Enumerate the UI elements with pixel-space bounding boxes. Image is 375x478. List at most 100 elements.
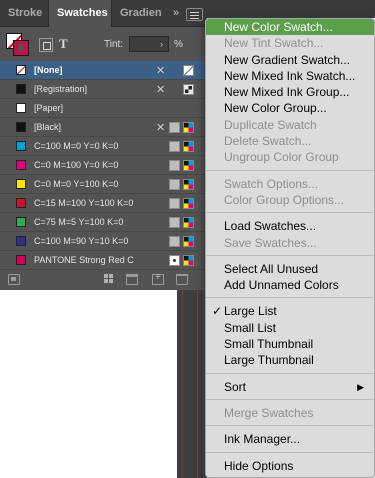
- swatch-name: C=0 M=0 Y=100 K=0: [34, 179, 119, 189]
- submenu-arrow-icon: ▶: [357, 381, 364, 392]
- menu-item-new-color-swatch[interactable]: New Color Swatch...: [206, 19, 374, 36]
- menu-item-add-unnamed-colors[interactable]: Add Unnamed Colors: [206, 277, 374, 293]
- menu-separator: [206, 372, 374, 374]
- new-swatch-icon[interactable]: [152, 272, 164, 285]
- guide-line: [182, 290, 183, 478]
- show-kinds-icon[interactable]: [8, 274, 20, 285]
- formatting-container-icon[interactable]: [39, 38, 53, 52]
- swatch-row[interactable]: C=75 M=5 Y=100 K=0: [0, 213, 207, 232]
- cmyk-mode-icon: [183, 198, 194, 209]
- swatch-row[interactable]: [None] ✕: [0, 61, 207, 80]
- swatch-row[interactable]: C=100 M=90 Y=10 K=0: [0, 232, 207, 251]
- delete-swatch-icon[interactable]: [176, 274, 188, 285]
- spot-color-icon: [169, 255, 180, 266]
- cmyk-mode-icon: [183, 179, 194, 190]
- menu-item-label: Large List: [224, 304, 277, 319]
- menu-item-swatch-options[interactable]: Swatch Options...: [206, 176, 374, 192]
- tint-arrow-icon[interactable]: ›: [160, 39, 163, 49]
- menu-separator: [206, 254, 374, 256]
- cmyk-mode-icon: [183, 236, 194, 247]
- menu-item-delete-swatch[interactable]: Delete Swatch...: [206, 133, 374, 149]
- no-edit-icon: ✕: [156, 122, 166, 134]
- swatch-chip: [16, 141, 26, 151]
- swatch-row[interactable]: C=15 M=100 Y=100 K=0: [0, 194, 207, 213]
- swatch-row[interactable]: [Registration] ✕: [0, 80, 207, 99]
- menu-item-small-thumbnail[interactable]: Small Thumbnail: [206, 336, 374, 352]
- swatch-name: C=75 M=5 Y=100 K=0: [34, 217, 124, 227]
- swatch-name: C=100 M=90 Y=10 K=0: [34, 236, 129, 246]
- menu-item-small-list[interactable]: Small List: [206, 320, 374, 336]
- menu-item-ungroup-color-group[interactable]: Ungroup Color Group: [206, 149, 374, 165]
- swatch-list: [None] ✕ [Registration] ✕ [Paper] [Black…: [0, 61, 207, 270]
- no-edit-icon: ✕: [156, 84, 166, 96]
- new-color-group-icon[interactable]: [126, 274, 138, 285]
- menu-item-new-gradient-swatch[interactable]: New Gradient Swatch...: [206, 52, 374, 68]
- swatch-chip: [16, 198, 26, 208]
- menu-item-new-mixed-ink-group[interactable]: New Mixed Ink Group...: [206, 84, 374, 100]
- process-color-icon: [169, 198, 180, 209]
- swatch-row[interactable]: C=0 M=100 Y=0 K=0: [0, 156, 207, 175]
- tab-swatches[interactable]: Swatches: [48, 0, 112, 27]
- swatch-name: PANTONE Strong Red C: [34, 255, 134, 265]
- tint-unit: %: [174, 39, 183, 50]
- swatch-name: [Paper]: [34, 103, 64, 113]
- tint-label: Tint:: [104, 39, 124, 50]
- menu-item-duplicate-swatch[interactable]: Duplicate Swatch: [206, 117, 374, 133]
- process-color-icon: [169, 141, 180, 152]
- menu-item-large-list[interactable]: ✓ Large List: [206, 303, 374, 319]
- menu-separator: [206, 398, 374, 400]
- menu-item-new-color-group[interactable]: New Color Group...: [206, 100, 374, 116]
- swatch-views-icon[interactable]: [104, 274, 116, 285]
- none-type-icon: [183, 65, 194, 76]
- menu-item-large-thumbnail[interactable]: Large Thumbnail: [206, 352, 374, 368]
- swatch-row[interactable]: [Paper]: [0, 99, 207, 118]
- menu-item-label: Sort: [224, 379, 247, 394]
- swatch-chip: [16, 84, 26, 94]
- swatch-row[interactable]: [Black] ✕: [0, 118, 207, 137]
- panel-menu-button[interactable]: [186, 8, 203, 21]
- menu-item-hide-options[interactable]: Hide Options: [206, 458, 374, 474]
- formatting-text-icon[interactable]: T: [59, 36, 68, 52]
- swatch-row[interactable]: C=100 M=0 Y=0 K=0: [0, 137, 207, 156]
- swatch-chip: [16, 160, 26, 170]
- menu-item-select-all-unused[interactable]: Select All Unused: [206, 261, 374, 277]
- process-color-icon: [169, 236, 180, 247]
- cmyk-mode-icon: [183, 217, 194, 228]
- panel-tab-bar: Stroke Swatches Gradient »: [0, 0, 207, 27]
- guide-line: [197, 290, 198, 478]
- cmyk-mode-icon: [183, 255, 194, 266]
- tab-gradient[interactable]: Gradient: [112, 0, 162, 27]
- stroke-swatch[interactable]: [13, 40, 29, 56]
- cmyk-mode-icon: [183, 160, 194, 171]
- swatch-row[interactable]: PANTONE Strong Red C: [0, 251, 207, 270]
- tab-overflow-button[interactable]: »: [168, 0, 184, 27]
- menu-item-sort[interactable]: Sort ▶: [206, 379, 374, 395]
- menu-item-load-swatches[interactable]: Load Swatches...: [206, 218, 374, 234]
- swatch-name: C=15 M=100 Y=100 K=0: [34, 198, 134, 208]
- panel-footer: [0, 270, 207, 290]
- checkmark-icon: ✓: [212, 304, 223, 319]
- menu-item-merge-swatches[interactable]: Merge Swatches: [206, 405, 374, 421]
- swatch-name: [Black]: [34, 122, 62, 132]
- no-edit-icon: ✕: [156, 65, 166, 77]
- menu-item-ink-manager[interactable]: Ink Manager...: [206, 431, 374, 447]
- tab-stroke[interactable]: Stroke: [0, 0, 48, 27]
- swatch-chip: [16, 179, 26, 189]
- swatches-panel-menu: New Color Swatch... New Tint Swatch... N…: [205, 18, 375, 478]
- process-color-icon: [169, 122, 180, 133]
- menu-item-new-tint-swatch[interactable]: New Tint Swatch...: [206, 35, 374, 51]
- menu-item-save-swatches[interactable]: Save Swatches...: [206, 235, 374, 251]
- menu-separator: [206, 451, 374, 453]
- swatch-chip: [16, 236, 26, 246]
- registration-icon: [183, 84, 194, 95]
- process-color-icon: [169, 217, 180, 228]
- tint-input[interactable]: [129, 36, 169, 52]
- menu-item-new-mixed-ink-swatch[interactable]: New Mixed Ink Swatch...: [206, 68, 374, 84]
- menu-separator: [206, 212, 374, 214]
- swatch-name: [Registration]: [34, 84, 88, 94]
- swatch-name: C=0 M=100 Y=0 K=0: [34, 160, 119, 170]
- swatch-row[interactable]: C=0 M=0 Y=100 K=0: [0, 175, 207, 194]
- menu-separator: [206, 297, 374, 299]
- process-color-icon: [169, 160, 180, 171]
- menu-item-color-group-options[interactable]: Color Group Options...: [206, 192, 374, 208]
